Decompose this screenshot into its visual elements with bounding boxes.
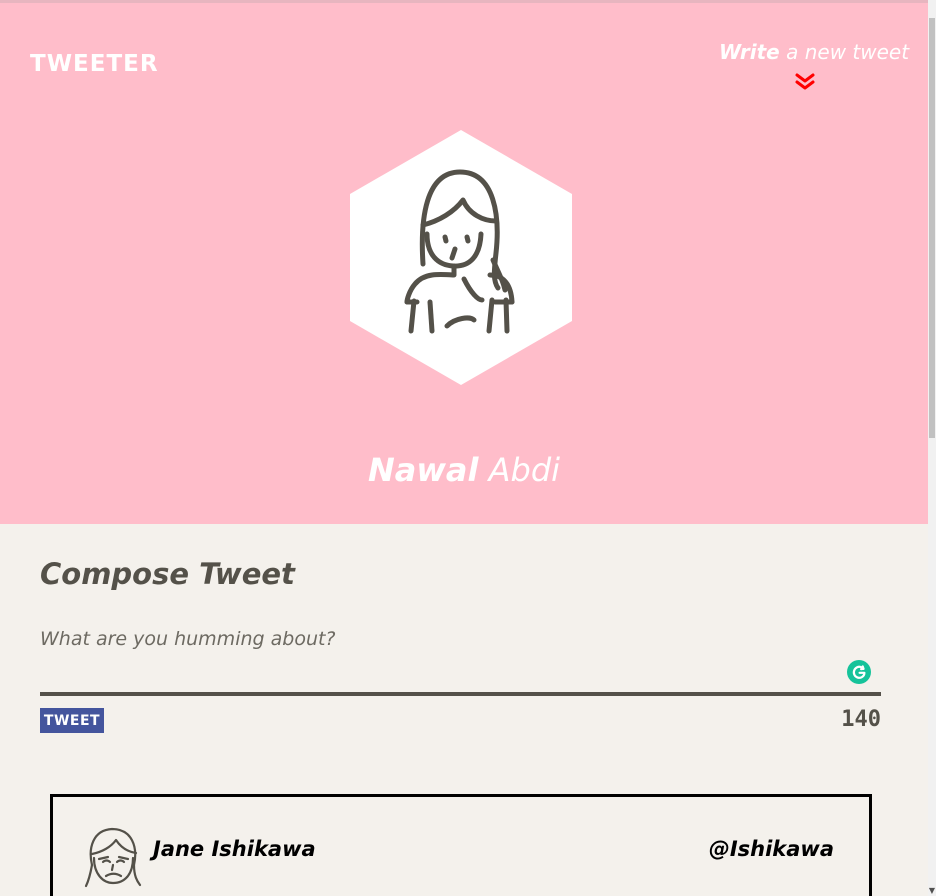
chevron-double-down-icon[interactable] — [795, 73, 815, 91]
write-new-tweet-link[interactable]: Write a new tweet — [719, 40, 909, 64]
vertical-scrollbar[interactable]: ▼ — [928, 0, 936, 896]
tweet-card: Jane Ishikawa @Ishikawa — [50, 794, 872, 896]
tweet-author-name[interactable]: Jane Ishikawa — [153, 834, 316, 864]
tweet-text-input[interactable] — [40, 622, 840, 656]
grammarly-icon[interactable] — [847, 660, 871, 684]
tweet-button[interactable]: TWEET — [40, 708, 104, 733]
page-viewport: TWEETER Write a new tweet Nawal Abdi Com… — [0, 0, 928, 896]
profile-first-name: Nawal — [367, 451, 479, 489]
write-label: Write — [719, 40, 780, 64]
sad-woman-avatar-icon — [84, 827, 142, 888]
profile-header: TWEETER Write a new tweet Nawal Abdi — [0, 3, 928, 524]
character-counter: 140 — [841, 707, 881, 732]
new-tweet-label: a new tweet — [786, 40, 910, 64]
profile-name: Nawal Abdi — [0, 450, 928, 490]
woman-avatar-icon — [350, 130, 572, 385]
tweet-author-handle[interactable]: @Ishikawa — [709, 834, 834, 864]
compose-title: Compose Tweet — [40, 557, 295, 591]
scroll-down-arrow-icon[interactable]: ▼ — [928, 886, 936, 896]
brand-logo[interactable]: TWEETER — [30, 51, 159, 77]
input-underline — [40, 692, 881, 696]
profile-last-name: Abdi — [488, 451, 561, 489]
scrollbar-thumb[interactable] — [929, 18, 935, 438]
